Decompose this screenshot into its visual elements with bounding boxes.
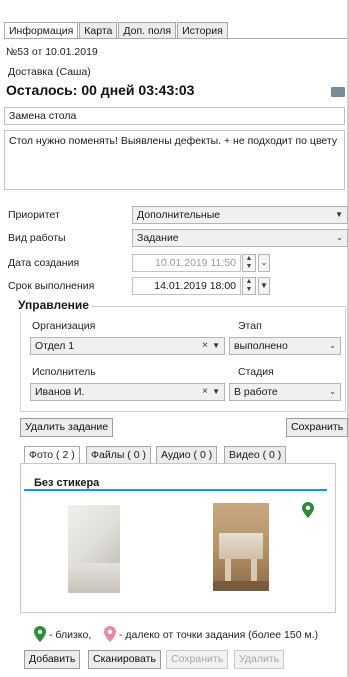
management-legend: Управление (16, 298, 91, 312)
organization-select[interactable]: Отдел 1 × ▼ (30, 337, 225, 355)
status-value: В работе (234, 386, 278, 398)
tab-history[interactable]: История (177, 22, 228, 39)
group-divider (24, 489, 327, 491)
work-type-select[interactable]: Задание ⌄ (132, 229, 348, 247)
work-type-label: Вид работы (8, 232, 66, 244)
chevron-down-icon: ▼ (212, 387, 220, 396)
add-button[interactable]: Добавить (24, 650, 81, 669)
stage-label: Этап (238, 320, 262, 332)
photo-content (219, 533, 263, 559)
chevron-down-icon: ▼ (260, 281, 268, 290)
minimize-icon[interactable] (331, 87, 345, 97)
due-label: Срок выполнения (8, 280, 95, 292)
photo-thumbnail[interactable] (68, 505, 120, 593)
created-calendar-button[interactable]: ⌄ (258, 254, 270, 272)
status-select[interactable]: В работе ⌄ (229, 383, 341, 401)
stage-value: выполнено (234, 340, 288, 352)
save-media-button[interactable]: Сохранить (166, 650, 229, 669)
task-title-field[interactable]: Замена стола (4, 107, 345, 125)
priority-label: Приоритет (8, 209, 60, 221)
delete-task-button[interactable]: Удалить задание (20, 418, 114, 437)
clear-icon[interactable]: × (202, 384, 208, 400)
far-legend: - далеко от точки задания (более 150 м.) (119, 629, 319, 641)
chevron-down-icon: ▼ (335, 210, 343, 219)
created-label: Дата создания (8, 257, 80, 269)
tab-video[interactable]: Видео ( 0 ) (224, 446, 287, 464)
tab-extra-fields[interactable]: Доп. поля (118, 22, 177, 39)
tab-files[interactable]: Файлы ( 0 ) (86, 446, 151, 464)
delete-media-button[interactable]: Удалить (234, 650, 285, 669)
due-calendar-button[interactable]: ▼ (258, 277, 270, 295)
sticker-group-title: Без стикера (34, 477, 100, 489)
due-spinner[interactable]: ▲ ▼ (242, 277, 256, 295)
organization-value: Отдел 1 (35, 340, 75, 352)
map-pin-pink-icon (104, 626, 116, 642)
save-button[interactable]: Сохранить (286, 418, 349, 437)
organization-label: Организация (32, 320, 96, 332)
tab-info[interactable]: Информация (4, 22, 79, 39)
stage-select[interactable]: выполнено ⌄ (229, 337, 341, 355)
chevron-down-icon: ⌄ (329, 387, 336, 396)
task-number: №53 от 10.01.2019 (6, 46, 98, 58)
scan-button[interactable]: Сканировать (88, 650, 161, 669)
work-type-value: Задание (137, 232, 179, 244)
photo-content (213, 581, 269, 591)
chevron-down-icon: ▼ (212, 341, 220, 350)
photo-thumbnail[interactable] (213, 503, 269, 591)
chevron-down-icon: ⌄ (260, 258, 268, 267)
task-panel: Информация Карта Доп. поля История №53 о… (0, 0, 349, 677)
top-tabs: Информация Карта Доп. поля История (4, 22, 229, 39)
photo-content (251, 559, 257, 583)
countdown: Осталось: 00 дней 03:43:03 (6, 82, 195, 98)
created-spinner[interactable]: ▲ ▼ (242, 254, 256, 272)
status-label: Стадия (238, 366, 274, 378)
tab-audio[interactable]: Аудио ( 0 ) (156, 446, 218, 464)
map-pin-green-icon (302, 502, 314, 518)
executor-value: Иванов И. (35, 386, 85, 398)
chevron-down-icon: ⌄ (329, 341, 336, 350)
chevron-down-icon: ⌄ (336, 233, 343, 242)
photo-content (225, 559, 231, 583)
delivery-label: Доставка (Саша) (8, 66, 91, 78)
clear-icon[interactable]: × (202, 338, 208, 354)
tab-map[interactable]: Карта (79, 22, 118, 39)
task-description-field[interactable]: Стол нужно поменять! Выявлены дефекты. +… (4, 130, 345, 190)
photo-content (68, 563, 120, 593)
created-date-field[interactable]: 10.01.2019 11:50 (132, 254, 241, 272)
near-legend: - близко, (49, 629, 92, 641)
priority-value: Дополнительные (137, 209, 221, 221)
executor-select[interactable]: Иванов И. × ▼ (30, 383, 225, 401)
executor-label: Исполнитель (32, 366, 96, 378)
map-pin-green-icon (34, 626, 46, 642)
due-date-field[interactable]: 14.01.2019 18:00 (132, 277, 241, 295)
tab-photos[interactable]: Фото ( 2 ) (24, 446, 80, 464)
tab-divider (4, 38, 347, 39)
priority-select[interactable]: Дополнительные ▼ (132, 206, 348, 224)
